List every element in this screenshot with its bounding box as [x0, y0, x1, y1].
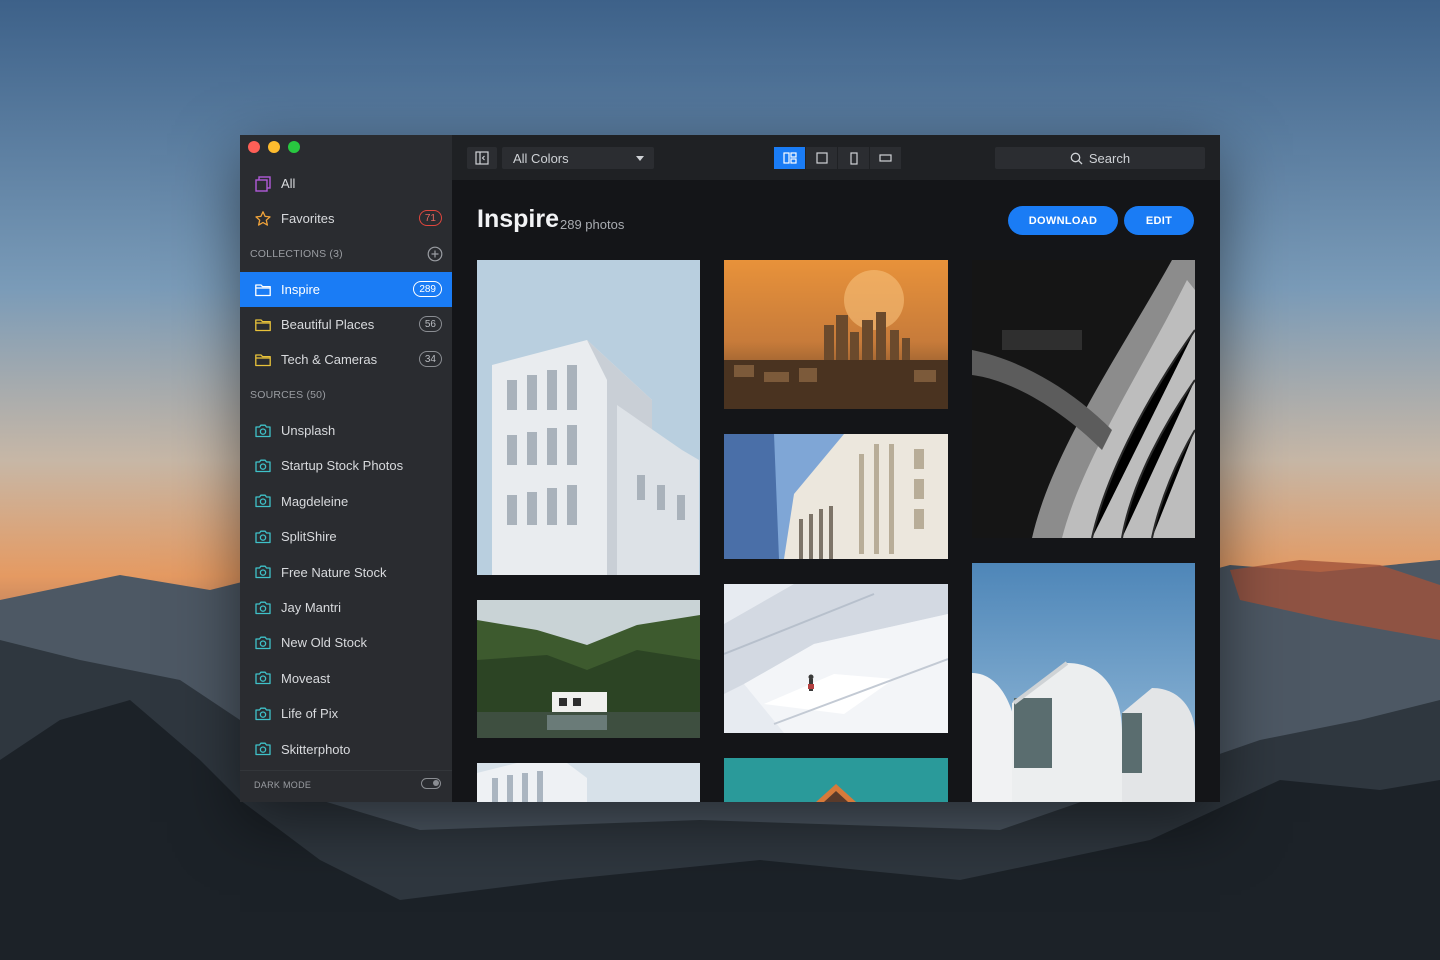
collections-heading: COLLECTIONS (3) — [250, 248, 343, 260]
sidebar-item-source[interactable]: Magdeleine — [240, 484, 452, 519]
app-window: All Favorites 71 COLLECTIONS (3) Inspire… — [240, 135, 1220, 802]
folder-icon — [254, 316, 272, 334]
folder-icon — [254, 351, 272, 369]
photo-grid-area: Inspire 289 photos DOWNLOAD EDIT — [452, 180, 1220, 802]
sidebar-item-label: Skitterphoto — [281, 741, 351, 757]
search-icon — [1070, 152, 1083, 164]
photo-count: 289 photos — [560, 217, 625, 232]
sidebar-item-source[interactable]: Moveast — [240, 661, 452, 696]
sidebar-item-source[interactable]: SplitShire — [240, 519, 452, 554]
view-mode-switcher — [774, 147, 901, 169]
sidebar-toggle-icon — [475, 151, 489, 165]
sidebar-item-source[interactable]: Skitterphoto — [240, 732, 452, 767]
all-photos-icon — [254, 175, 272, 193]
sidebar-item-source[interactable]: Free Nature Stock — [240, 555, 452, 590]
sidebar-item-label: All — [281, 176, 296, 191]
sidebar-item-source[interactable]: Jay Mantri — [240, 590, 452, 625]
sidebar-item-label: SplitShire — [281, 529, 337, 545]
dark-mode-toggle[interactable] — [421, 778, 441, 789]
sidebar: All Favorites 71 COLLECTIONS (3) Inspire… — [240, 135, 452, 802]
view-mosaic-button[interactable] — [774, 147, 805, 169]
square-view-icon — [815, 152, 828, 164]
camera-icon — [254, 740, 272, 758]
photo-city-sunset[interactable] — [724, 260, 948, 409]
sidebar-item-source[interactable]: Startup Stock Photos — [240, 448, 452, 483]
sidebar-item-label: Startup Stock Photos — [281, 458, 404, 474]
sidebar-item-label: New Old Stock — [281, 635, 367, 651]
photo-partial-building[interactable] — [477, 763, 700, 802]
search-placeholder: Search — [1088, 150, 1131, 166]
sidebar-item-label: Magdeleine — [281, 493, 349, 509]
camera-icon — [254, 422, 272, 440]
view-landscape-button[interactable] — [870, 147, 901, 169]
add-collection-icon[interactable] — [427, 246, 443, 262]
sidebar-item-source[interactable]: Unsplash — [240, 413, 452, 448]
sidebar-item-label: Moveast — [281, 670, 331, 686]
photo-bw-architecture[interactable] — [972, 260, 1195, 538]
sidebar-divider — [240, 770, 452, 771]
download-button[interactable]: DOWNLOAD — [1008, 206, 1118, 235]
window-controls — [248, 141, 300, 153]
photo-white-interior[interactable] — [724, 584, 948, 733]
portrait-view-icon — [849, 151, 858, 165]
camera-icon — [254, 492, 272, 510]
photo-partial-teal[interactable] — [724, 758, 948, 802]
sidebar-item-all[interactable]: All — [240, 166, 452, 201]
sidebar-item-inspire[interactable]: Inspire 289 — [240, 272, 452, 307]
photo-green-valley[interactable] — [477, 600, 700, 738]
sidebar-item-label: Life of Pix — [281, 706, 339, 722]
sidebar-item-label: Inspire — [281, 282, 321, 297]
camera-icon — [254, 528, 272, 546]
camera-icon — [254, 669, 272, 687]
sidebar-item-source[interactable]: Life of Pix — [240, 696, 452, 731]
close-window-button[interactable] — [248, 141, 260, 153]
sidebar-item-beautiful-places[interactable]: Beautiful Places 56 — [240, 307, 452, 342]
sidebar-item-tech-cameras[interactable]: Tech & Cameras 34 — [240, 342, 452, 377]
minimize-window-button[interactable] — [268, 141, 280, 153]
search-input[interactable]: Search — [995, 147, 1205, 169]
sidebar-item-label: Tech & Cameras — [281, 352, 378, 367]
photo-blue-buildings[interactable] — [724, 434, 948, 559]
camera-icon — [254, 705, 272, 723]
collection-count-badge: 34 — [418, 351, 442, 367]
collection-count-badge: 289 — [413, 281, 442, 297]
favorites-count-badge: 71 — [418, 210, 442, 226]
sidebar-item-label: Beautiful Places — [281, 317, 375, 332]
folder-icon — [254, 281, 272, 299]
sidebar-item-label: Favorites — [281, 211, 335, 226]
photo-white-arches[interactable] — [972, 563, 1195, 802]
view-portrait-button[interactable] — [838, 147, 869, 169]
toggle-sidebar-button[interactable] — [467, 147, 497, 169]
sidebar-item-label: Unsplash — [281, 423, 336, 438]
zoom-window-button[interactable] — [288, 141, 300, 153]
landscape-view-icon — [879, 154, 892, 162]
edit-button[interactable]: EDIT — [1124, 206, 1194, 235]
sidebar-item-source[interactable]: New Old Stock — [240, 625, 452, 660]
mosaic-view-icon — [782, 152, 797, 164]
sources-heading: SOURCES (50) — [250, 389, 326, 401]
star-icon — [254, 210, 272, 228]
sidebar-item-favorites[interactable]: Favorites 71 — [240, 201, 452, 236]
photo-white-building[interactable] — [477, 260, 700, 575]
sidebar-item-label: Free Nature Stock — [281, 564, 387, 580]
toolbar: All Colors Search — [452, 135, 1220, 180]
camera-icon — [254, 599, 272, 617]
view-square-button[interactable] — [806, 147, 837, 169]
sidebar-item-label: Jay Mantri — [281, 600, 341, 615]
color-filter-select[interactable]: All Colors — [502, 147, 654, 169]
page-title: Inspire — [477, 205, 559, 233]
dark-mode-label: DARK MODE — [254, 780, 312, 790]
camera-icon — [254, 457, 272, 475]
camera-icon — [254, 563, 272, 581]
chevron-down-icon — [636, 156, 644, 161]
color-filter-value: All Colors — [513, 150, 569, 166]
camera-icon — [254, 634, 272, 652]
collection-count-badge: 56 — [418, 316, 442, 332]
